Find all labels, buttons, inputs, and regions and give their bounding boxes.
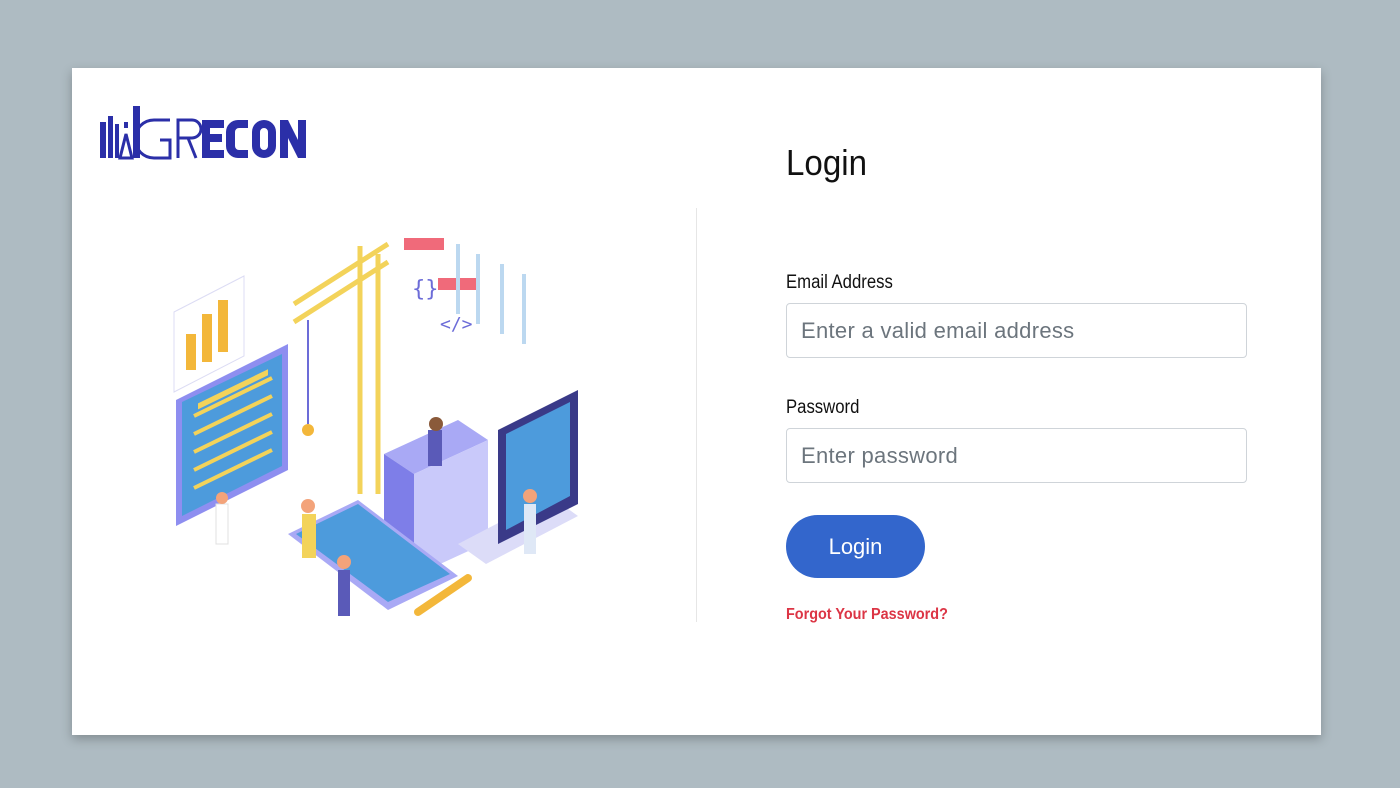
password-field[interactable] [786,428,1247,483]
login-button[interactable]: Login [786,515,925,578]
login-card: {} </> Login Email Address Pa [72,68,1321,735]
web-development-illustration: {} </> [173,238,578,616]
forgot-password-link[interactable]: Forgot Your Password? [786,606,948,624]
email-label: Email Address [786,272,893,293]
grecon-logo [100,106,306,160]
vertical-divider [696,208,697,622]
page-title: Login [786,142,868,183]
password-label: Password [786,397,860,418]
svg-text:{}: {} [412,277,439,302]
email-field[interactable] [786,303,1247,358]
svg-text:</>: </> [440,314,473,335]
